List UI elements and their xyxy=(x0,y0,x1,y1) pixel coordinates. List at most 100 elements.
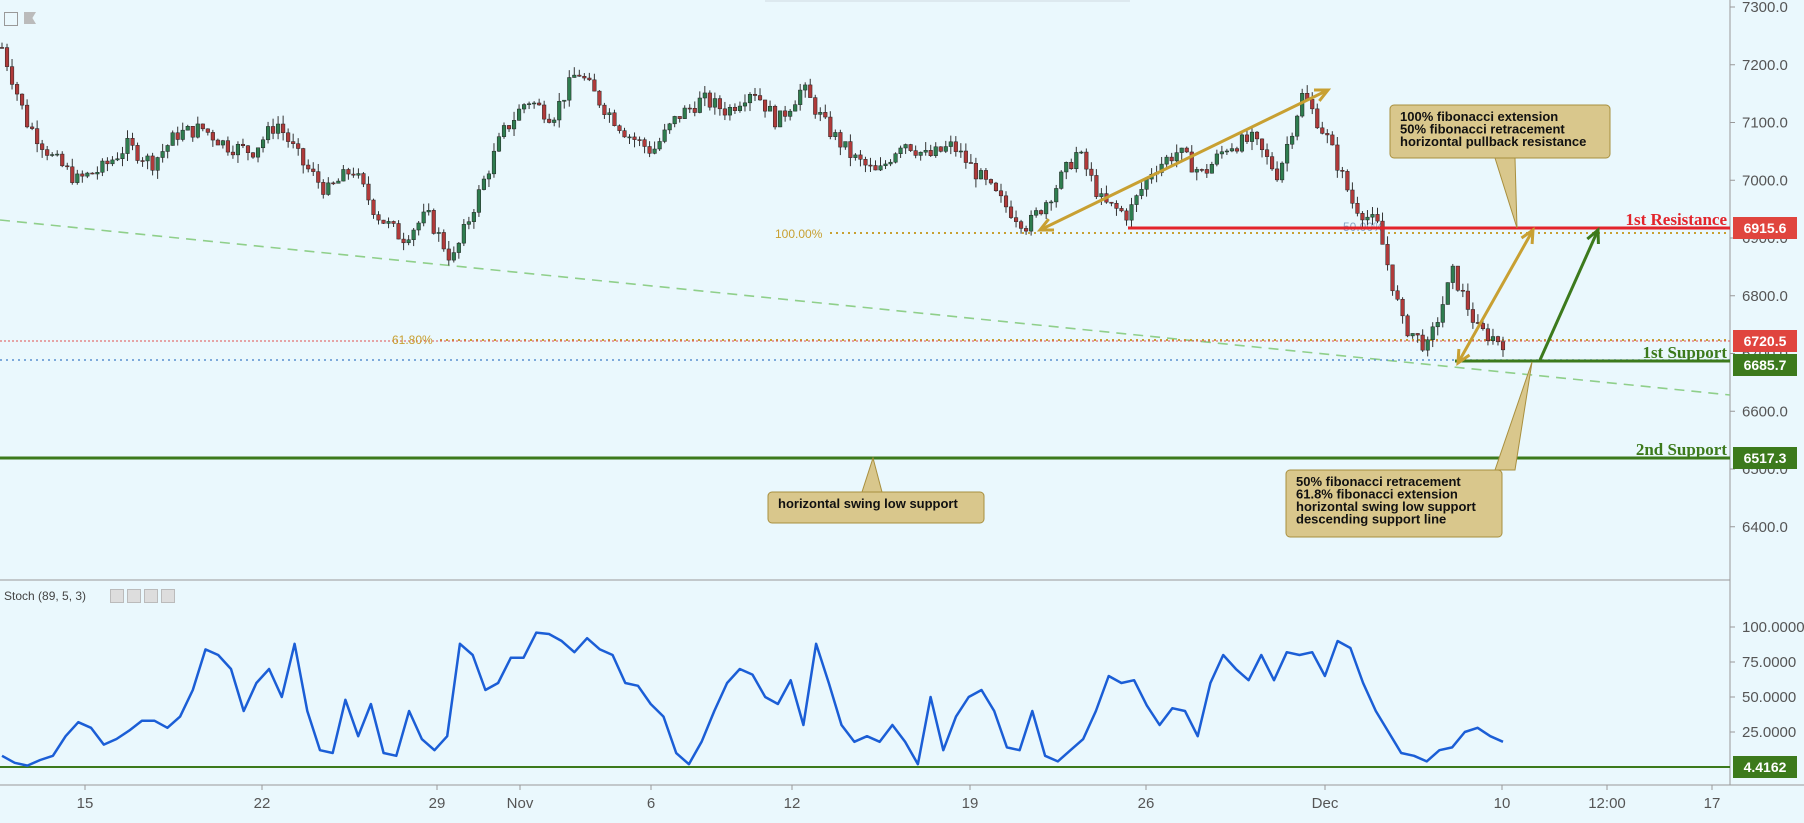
candle-body xyxy=(1054,188,1059,203)
candle-body xyxy=(80,173,85,177)
candle-body xyxy=(1169,156,1174,162)
candle-body xyxy=(205,128,210,133)
candle-body xyxy=(547,118,552,123)
flag-icon[interactable] xyxy=(24,12,36,24)
candle-body xyxy=(175,132,180,140)
settings-icon[interactable] xyxy=(110,589,124,603)
time-tick-label: 17 xyxy=(1704,795,1721,812)
candle-body xyxy=(170,132,175,146)
candle-body xyxy=(1405,315,1410,337)
candle-body xyxy=(853,154,858,158)
candle-body xyxy=(255,147,261,158)
candle-body xyxy=(130,138,135,146)
candle-body xyxy=(557,101,562,121)
candle-body xyxy=(697,97,702,113)
callout-resistance-pointer xyxy=(1494,157,1518,229)
candle-body xyxy=(828,116,833,137)
candle-body xyxy=(1134,195,1139,205)
candle-body xyxy=(1295,115,1300,137)
candle-body xyxy=(150,155,155,171)
candle-body xyxy=(773,105,778,128)
fib-label-618: 61.80% xyxy=(392,333,433,347)
stoch-tick-label: 75.0000 xyxy=(1742,654,1796,671)
candle-body xyxy=(1079,151,1084,154)
price-tag: 6517.3 xyxy=(1744,450,1787,466)
candle-body xyxy=(913,150,918,156)
candle-body xyxy=(1435,322,1440,328)
candle-body xyxy=(356,173,361,176)
candle-body xyxy=(527,103,532,105)
candles xyxy=(0,42,1506,357)
candle-body xyxy=(988,179,994,184)
candle-body xyxy=(768,105,773,112)
candle-body xyxy=(537,102,542,106)
candle-body xyxy=(1184,147,1189,153)
collapse-icon[interactable] xyxy=(4,12,18,26)
candle-body xyxy=(45,149,50,156)
candle-body xyxy=(411,229,416,240)
candle-body xyxy=(1003,195,1009,208)
candle-body xyxy=(1415,333,1420,336)
indicator-toolbar xyxy=(110,589,175,603)
candle-body xyxy=(311,168,316,172)
candle-body xyxy=(15,84,20,95)
candle-body xyxy=(195,123,200,138)
candle-body xyxy=(1119,208,1124,212)
candle-body xyxy=(190,126,195,138)
stoch-tag: 4.4162 xyxy=(1744,759,1787,775)
level-label-resistance: 1st Resistance xyxy=(1625,210,1727,229)
level-label-support1: 1st Support xyxy=(1642,343,1727,362)
gear-icon[interactable] xyxy=(127,589,141,603)
candle-body xyxy=(60,153,65,167)
candle-body xyxy=(491,150,497,175)
candle-body xyxy=(1490,336,1496,341)
candle-body xyxy=(40,143,45,150)
candle-body xyxy=(426,210,431,213)
price-tag: 6685.7 xyxy=(1744,357,1787,373)
candle-body xyxy=(1460,289,1465,292)
candle-body xyxy=(707,92,712,108)
candle-body xyxy=(75,173,80,183)
candle-body xyxy=(1234,148,1239,152)
candle-body xyxy=(331,182,336,185)
add-icon[interactable] xyxy=(144,589,158,603)
candle-body xyxy=(1355,203,1360,214)
time-tick-label: Nov xyxy=(507,795,534,812)
candle-body xyxy=(918,151,923,156)
candle-body xyxy=(326,182,331,195)
candle-body xyxy=(843,141,848,148)
candle-body xyxy=(371,199,376,215)
candle-body xyxy=(1099,193,1104,197)
candle-body xyxy=(863,159,868,166)
candle-body xyxy=(973,163,978,180)
candle-body xyxy=(1199,169,1204,171)
candle-body xyxy=(366,183,371,201)
time-tick-label: 6 xyxy=(647,795,655,812)
close-icon[interactable] xyxy=(161,589,175,603)
candle-body xyxy=(1320,127,1325,134)
candle-body xyxy=(266,126,271,141)
candle-body xyxy=(1214,153,1219,165)
candle-body xyxy=(888,161,893,165)
callout-support-pointer xyxy=(1494,361,1533,471)
candle-body xyxy=(1094,175,1099,197)
candle-body xyxy=(1019,221,1024,229)
candle-body xyxy=(757,95,763,101)
top-scroll-bar xyxy=(765,0,1130,2)
candle-body xyxy=(235,143,240,156)
candle-body xyxy=(1144,178,1149,190)
candle-body xyxy=(682,107,687,119)
candle-body xyxy=(1375,214,1380,222)
candle-body xyxy=(1029,214,1034,232)
candle-body xyxy=(632,136,637,140)
candle-body xyxy=(752,93,758,96)
candle-body xyxy=(597,90,602,106)
candle-body xyxy=(552,119,557,123)
candle-body xyxy=(587,77,592,81)
time-tick-label: 26 xyxy=(1138,795,1155,812)
candle-body xyxy=(1044,202,1049,215)
level-label-support2: 2nd Support xyxy=(1636,440,1728,459)
candle-body xyxy=(451,252,456,261)
descending-trendline xyxy=(0,219,1731,396)
candle-body xyxy=(742,102,748,107)
